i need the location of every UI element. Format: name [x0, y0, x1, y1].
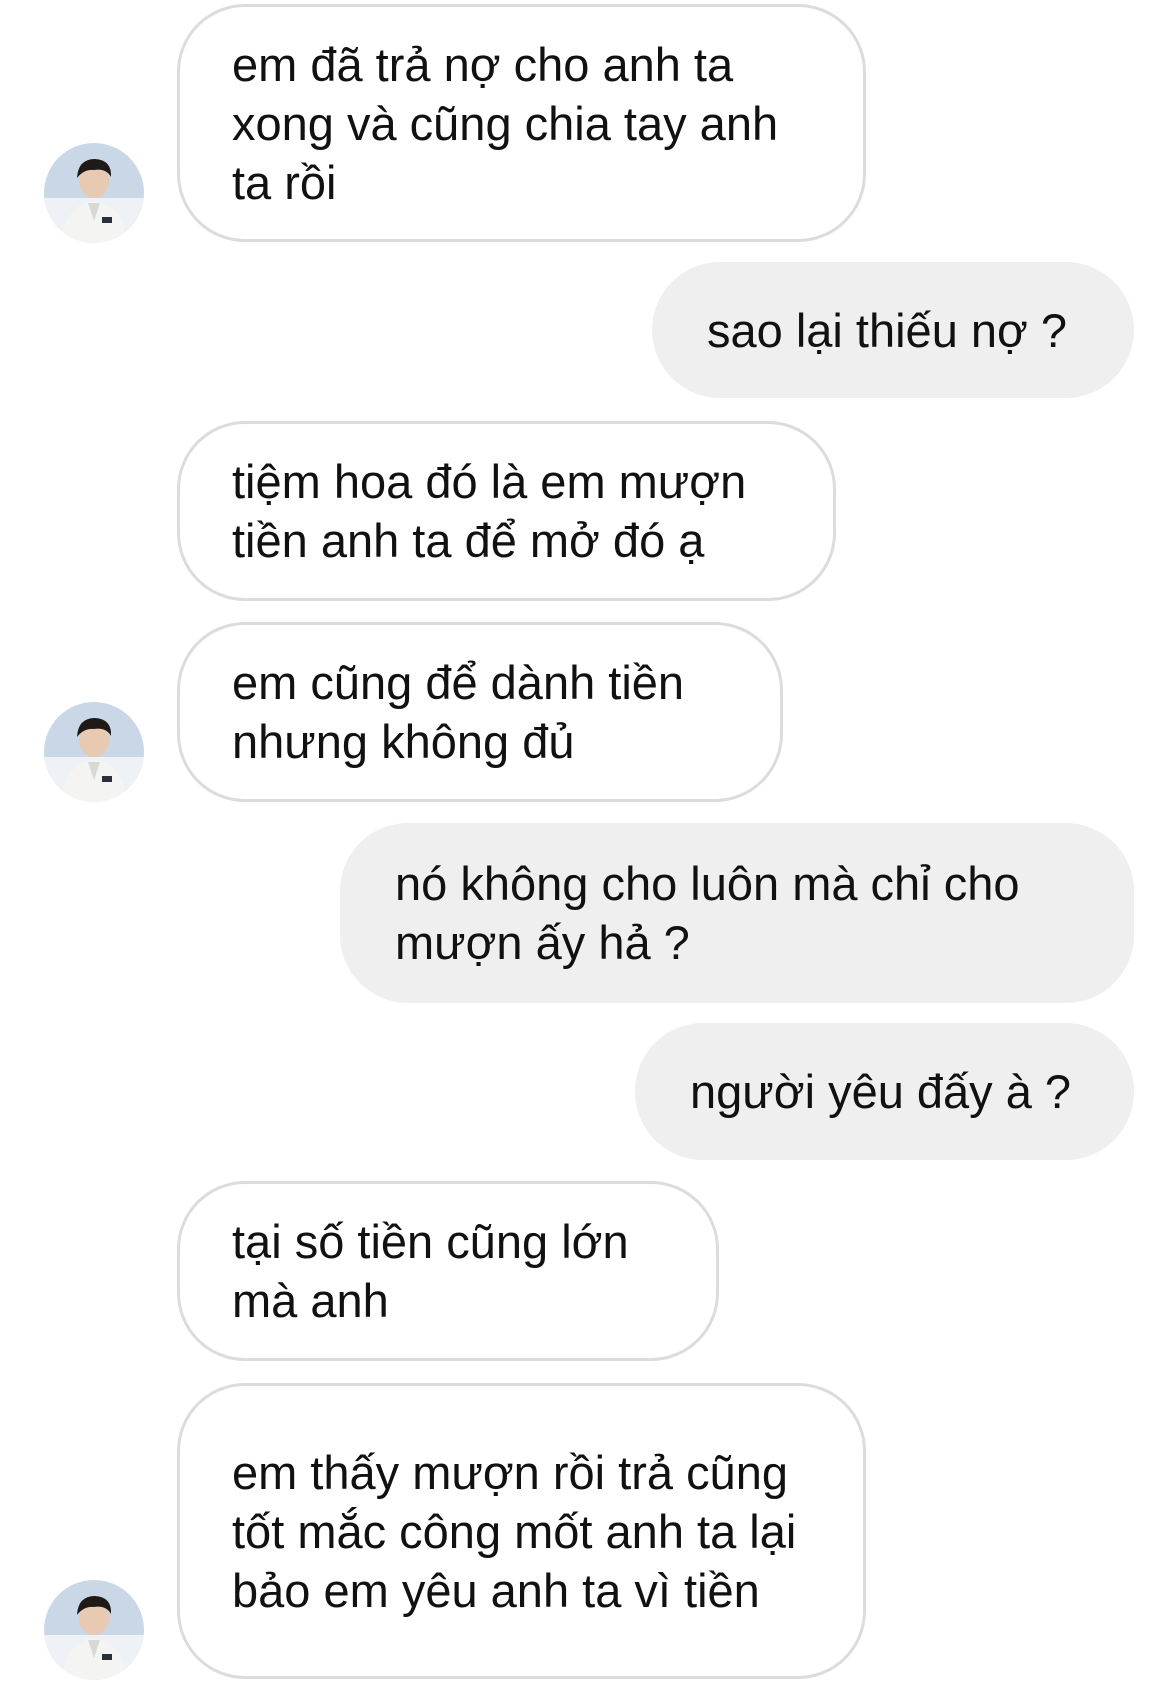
message-text: em cũng để dành tiền nhưng không đủ	[232, 656, 685, 768]
message-text: tại số tiền cũng lớn mà anh	[232, 1215, 629, 1327]
message-bubble-incoming[interactable]: tại số tiền cũng lớn mà anh	[177, 1181, 719, 1361]
message-text: người yêu đấy à ?	[690, 1065, 1072, 1118]
message-bubble-incoming[interactable]: tiệm hoa đó là em mượn tiền anh ta để mở…	[177, 421, 836, 601]
message-text: nó không cho luôn mà chỉ cho mượn ấy hả …	[395, 857, 1020, 969]
contact-avatar-icon[interactable]	[44, 702, 144, 802]
message-bubble-incoming[interactable]: em cũng để dành tiền nhưng không đủ	[177, 622, 783, 802]
contact-avatar-icon[interactable]	[44, 143, 144, 243]
message-text: sao lại thiếu nợ ?	[707, 303, 1068, 357]
contact-avatar-icon[interactable]	[44, 1580, 144, 1680]
message-bubble-incoming[interactable]: em đã trả nợ cho anh ta xong và cũng chi…	[177, 4, 866, 242]
message-text: tiệm hoa đó là em mượn tiền anh ta để mở…	[232, 455, 747, 567]
message-bubble-outgoing[interactable]: sao lại thiếu nợ ?	[652, 262, 1134, 398]
message-bubble-incoming[interactable]: em thấy mượn rồi trả cũng tốt mắc công m…	[177, 1383, 866, 1679]
message-bubble-outgoing[interactable]: nó không cho luôn mà chỉ cho mượn ấy hả …	[340, 823, 1134, 1003]
message-text: em đã trả nợ cho anh ta xong và cũng chi…	[232, 37, 779, 209]
message-text: em thấy mượn rồi trả cũng tốt mắc công m…	[232, 1445, 797, 1617]
message-bubble-outgoing[interactable]: người yêu đấy à ?	[635, 1023, 1134, 1160]
